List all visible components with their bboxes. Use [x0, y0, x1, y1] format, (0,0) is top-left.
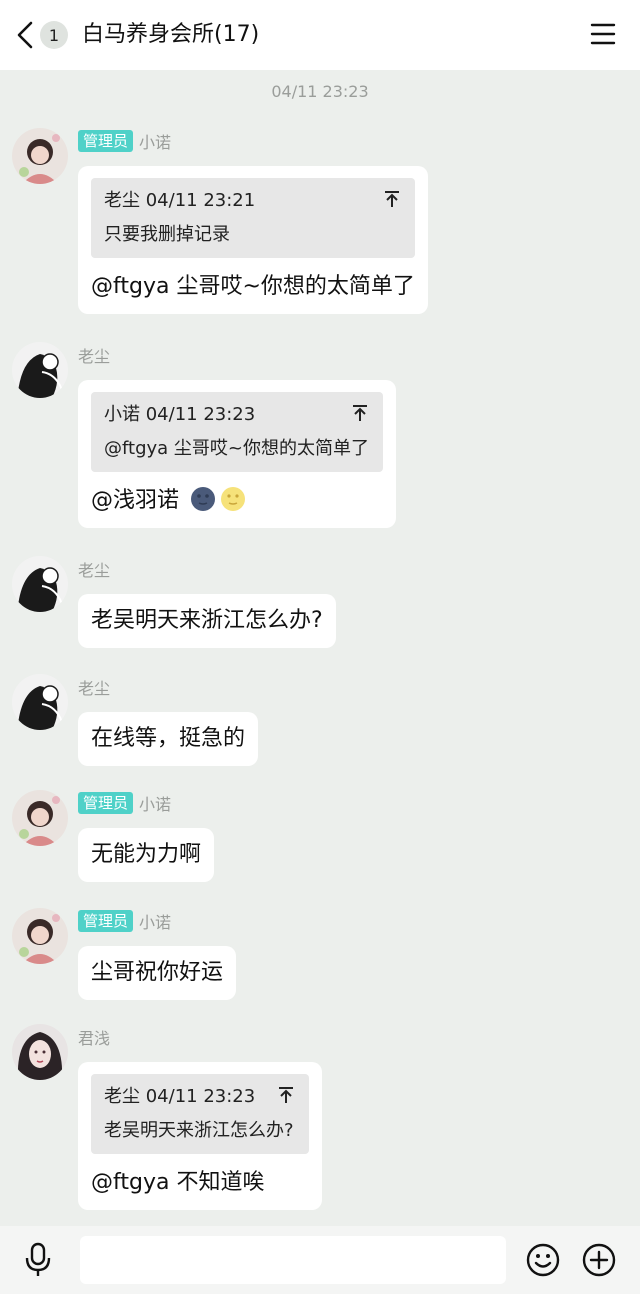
message-text: 在线等，挺急的: [91, 726, 246, 751]
sender-info: 老尘: [78, 558, 110, 580]
sender-info: 管理员 小诺: [78, 130, 171, 152]
back-button[interactable]: 1: [14, 18, 74, 52]
menu-icon[interactable]: [590, 22, 616, 46]
message-bubble[interactable]: 小诺 04/11 23:23 @ftgya 尘哥哎~你想的太简单了 @浅羽诺: [78, 380, 396, 528]
message-bubble[interactable]: 无能为力啊: [78, 828, 215, 882]
quoted-message[interactable]: 老尘 04/11 23:23 老吴明天来浙江怎么办?: [91, 1074, 310, 1154]
sender-info: 管理员 小诺: [78, 910, 171, 932]
admin-badge: 管理员: [78, 910, 134, 932]
message-text: @浅羽诺: [91, 486, 383, 516]
message-bubble[interactable]: 老尘 04/11 23:21 只要我删掉记录 @ftgya 尘哥哎~你想的太简单…: [78, 166, 428, 314]
pin-top-icon[interactable]: [351, 404, 369, 422]
chevron-left-icon: [17, 21, 33, 49]
quote-text: 老吴明天来浙江怎么办?: [104, 1120, 294, 1141]
quoted-message[interactable]: 小诺 04/11 23:23 @ftgya 尘哥哎~你想的太简单了: [91, 392, 383, 472]
avatar[interactable]: [12, 908, 68, 964]
avatar[interactable]: [12, 342, 68, 398]
message-text: @ftgya 尘哥哎~你想的太简单了: [91, 274, 415, 299]
sender-name[interactable]: 小诺: [139, 909, 171, 933]
sender-name[interactable]: 老尘: [78, 343, 110, 367]
sender-name[interactable]: 小诺: [139, 791, 171, 815]
sender-info: 老尘: [78, 676, 110, 698]
input-bar: [0, 1226, 640, 1294]
pin-top-icon[interactable]: [383, 190, 401, 208]
quote-header: 老尘 04/11 23:23: [104, 1086, 256, 1107]
message-bubble[interactable]: 老尘 04/11 23:23 老吴明天来浙江怎么办? @ftgya 不知道唉: [78, 1062, 323, 1210]
avatar[interactable]: [12, 556, 68, 612]
sender-info: 管理员 小诺: [78, 792, 171, 814]
message-list[interactable]: 04/11 23:23 管理员 小诺 老尘 04/11 23:21 只要我删掉记…: [0, 70, 640, 1226]
message-bubble[interactable]: 尘哥祝你好运: [78, 946, 237, 1000]
avatar[interactable]: [12, 128, 68, 184]
avatar[interactable]: [12, 790, 68, 846]
message-text: 尘哥祝你好运: [91, 960, 224, 985]
unread-count-badge: 1: [40, 21, 68, 49]
message-timestamp: 04/11 23:23: [271, 82, 369, 101]
admin-badge: 管理员: [78, 130, 134, 152]
quote-text: 只要我删掉记录: [104, 224, 230, 245]
sender-info: 君浅: [78, 1026, 110, 1048]
emoji-icon[interactable]: [526, 1243, 560, 1277]
plus-circle-icon[interactable]: [582, 1243, 616, 1277]
chat-title: 白马养身会所(17): [82, 22, 260, 47]
sender-info: 老尘: [78, 344, 110, 366]
message-text: 老吴明天来浙江怎么办?: [91, 608, 323, 633]
message-input[interactable]: [80, 1236, 506, 1284]
avatar[interactable]: [12, 674, 68, 730]
avatar[interactable]: [12, 1024, 68, 1080]
quote-header: 老尘 04/11 23:21: [104, 190, 256, 211]
quote-text: @ftgya 尘哥哎~你想的太简单了: [104, 438, 369, 459]
sender-name[interactable]: 老尘: [78, 675, 110, 699]
quoted-message[interactable]: 老尘 04/11 23:21 只要我删掉记录: [91, 178, 415, 258]
microphone-icon[interactable]: [24, 1242, 52, 1278]
admin-badge: 管理员: [78, 792, 134, 814]
top-bar: 1 白马养身会所(17): [0, 0, 640, 70]
message-text: 无能为力啊: [91, 842, 202, 867]
message-bubble[interactable]: 老吴明天来浙江怎么办?: [78, 594, 336, 648]
new-moon-face-icon: [191, 487, 216, 511]
pin-top-icon[interactable]: [277, 1086, 295, 1104]
quote-header: 小诺 04/11 23:23: [104, 404, 256, 425]
message-text-content: @浅羽诺: [91, 488, 180, 513]
sender-name[interactable]: 君浅: [78, 1025, 110, 1049]
message-text: @ftgya 不知道唉: [91, 1170, 265, 1195]
sender-name[interactable]: 小诺: [139, 129, 171, 153]
sender-name[interactable]: 老尘: [78, 557, 110, 581]
message-bubble[interactable]: 在线等，挺急的: [78, 712, 259, 766]
full-moon-face-icon: [221, 487, 246, 511]
